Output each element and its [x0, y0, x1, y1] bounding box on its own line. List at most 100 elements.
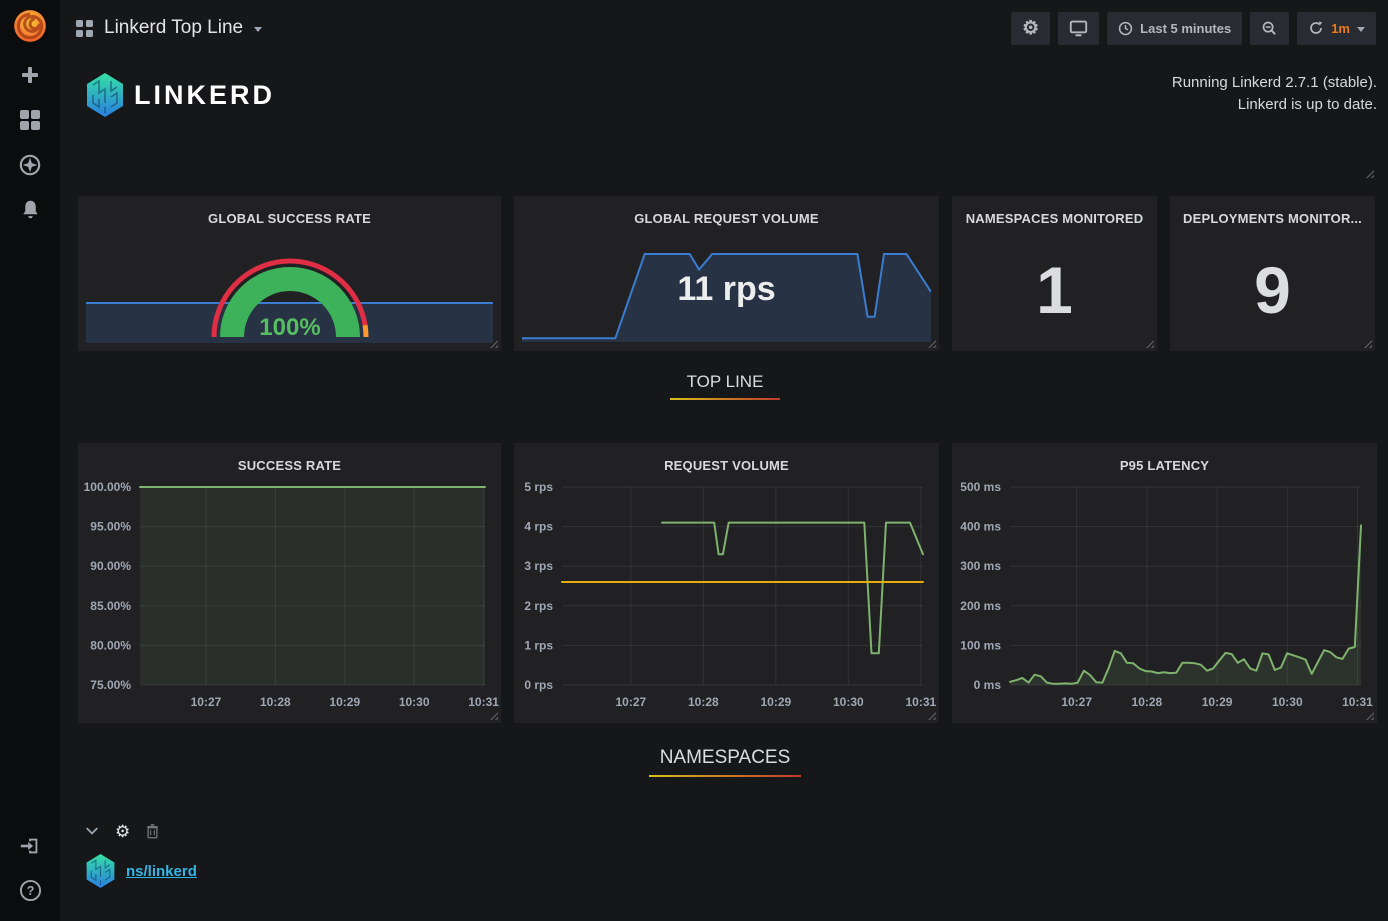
panel-success-rate: SUCCESS RATE 75.00%80.00%85.00%90.00%95.…: [78, 443, 501, 723]
top-navbar: Linkerd Top Line ⚙: [60, 0, 1388, 56]
svg-text:95.00%: 95.00%: [90, 520, 131, 534]
sidebar-bottom: ?: [0, 779, 60, 913]
linkerd-namespace-icon: [85, 854, 116, 888]
stat-value: 9: [1170, 252, 1375, 328]
collapse-row-button[interactable]: [85, 826, 99, 836]
row-header-top-line: TOP LINE: [60, 372, 1388, 400]
panel-request-volume: REQUEST VOLUME 0 rps1 rps2 rps3 rps4 rps…: [514, 443, 939, 723]
namespace-link[interactable]: ns/linkerd: [126, 863, 197, 880]
linkerd-logo-icon: [85, 73, 125, 117]
sidebar-item-help[interactable]: ?: [0, 868, 60, 913]
row-underline: [649, 775, 801, 777]
refresh-interval-label: 1m: [1331, 21, 1350, 36]
explore-compass-icon: [19, 154, 41, 176]
dashboard-body: LINKERD Running Linkerd 2.7.1 (stable). …: [60, 56, 1388, 921]
app-root: ? Linkerd Top Line ⚙: [0, 0, 1388, 921]
panel-namespaces-monitored: NAMESPACES MONITORED 1: [952, 196, 1157, 351]
refresh-icon: [1308, 20, 1324, 36]
panel-title[interactable]: SUCCESS RATE: [78, 443, 501, 473]
sidebar-item-explore[interactable]: [0, 142, 60, 187]
panel-resize-handle[interactable]: [1146, 340, 1154, 348]
dashboards-icon: [19, 109, 41, 131]
sidebar-item-alerting[interactable]: [0, 187, 60, 232]
sidebar-item-sign-in[interactable]: [0, 823, 60, 868]
help-icon: ?: [19, 879, 42, 902]
panel-resize-handle[interactable]: [1366, 170, 1374, 178]
p95-latency-chart[interactable]: 0 ms100 ms200 ms300 ms400 ms500 ms10:271…: [952, 473, 1377, 723]
svg-text:5 rps: 5 rps: [524, 480, 553, 494]
grafana-logo[interactable]: [0, 0, 60, 52]
panel-resize-handle[interactable]: [490, 340, 498, 348]
chevron-down-icon: [85, 826, 99, 836]
svg-text:1 rps: 1 rps: [524, 638, 553, 652]
refresh-button[interactable]: 1m: [1297, 12, 1376, 45]
svg-text:10:27: 10:27: [616, 695, 647, 709]
panel-resize-handle[interactable]: [1364, 340, 1372, 348]
gear-icon: ⚙: [115, 823, 130, 840]
panel-p95-latency: P95 LATENCY 0 ms100 ms200 ms300 ms400 ms…: [952, 443, 1377, 723]
row-settings-button[interactable]: ⚙: [115, 823, 130, 840]
stat-value: 11 rps: [514, 270, 939, 309]
panel-title[interactable]: GLOBAL REQUEST VOLUME: [514, 196, 939, 226]
caret-down-icon: [254, 27, 262, 32]
tv-mode-button[interactable]: [1058, 12, 1099, 45]
panel-title[interactable]: REQUEST VOLUME: [514, 443, 939, 473]
svg-text:400 ms: 400 ms: [960, 520, 1001, 534]
svg-text:2 rps: 2 rps: [524, 599, 553, 613]
svg-text:10:30: 10:30: [1272, 695, 1303, 709]
panel-global-request-volume: GLOBAL REQUEST VOLUME 11 rps: [514, 196, 939, 351]
success-rate-chart[interactable]: 75.00%80.00%85.00%90.00%95.00%100.00%10:…: [78, 473, 501, 723]
zoom-out-button[interactable]: [1250, 12, 1289, 45]
panel-title[interactable]: GLOBAL SUCCESS RATE: [78, 196, 501, 226]
left-sidebar: ?: [0, 0, 60, 921]
panel-global-success-rate: GLOBAL SUCCESS RATE 100%: [78, 196, 501, 351]
sidebar-item-create[interactable]: [0, 52, 60, 97]
zoom-out-icon: [1261, 20, 1278, 37]
stat-value: 1: [952, 252, 1157, 328]
row-title-namespaces[interactable]: NAMESPACES: [660, 747, 791, 769]
dashboard-title-button[interactable]: Linkerd Top Line: [76, 17, 262, 39]
panel-deployments-monitored: DEPLOYMENTS MONITOR... 9: [1170, 196, 1375, 351]
svg-text:10:31: 10:31: [1342, 695, 1373, 709]
svg-text:4 rps: 4 rps: [524, 520, 553, 534]
row-delete-button[interactable]: [146, 824, 159, 839]
main-column: Linkerd Top Line ⚙: [60, 0, 1388, 921]
row-title-top-line[interactable]: TOP LINE: [687, 372, 764, 392]
success-rate-gauge: 100%: [210, 249, 370, 345]
svg-text:10:30: 10:30: [833, 695, 864, 709]
svg-text:10:31: 10:31: [905, 695, 936, 709]
sidebar-item-dashboards[interactable]: [0, 97, 60, 142]
svg-text:100%: 100%: [259, 314, 320, 341]
svg-text:90.00%: 90.00%: [90, 559, 131, 573]
svg-text:100 ms: 100 ms: [960, 638, 1001, 652]
status-line-2: Linkerd is up to date.: [1172, 94, 1377, 116]
svg-text:0 rps: 0 rps: [524, 678, 553, 692]
row-controls: ⚙: [85, 821, 1388, 841]
svg-text:10:31: 10:31: [468, 695, 499, 709]
request-volume-chart[interactable]: 0 rps1 rps2 rps3 rps4 rps5 rps10:2710:28…: [514, 473, 939, 723]
panel-title[interactable]: DEPLOYMENTS MONITOR...: [1170, 196, 1375, 226]
clock-icon: [1118, 21, 1133, 36]
row-underline: [670, 398, 780, 400]
panel-title[interactable]: P95 LATENCY: [952, 443, 1377, 473]
svg-text:10:27: 10:27: [191, 695, 222, 709]
panel-title[interactable]: NAMESPACES MONITORED: [952, 196, 1157, 226]
navbar-toolbar: ⚙ Last 5 minutes: [1011, 12, 1376, 45]
status-line-1: Running Linkerd 2.7.1 (stable).: [1172, 72, 1377, 94]
trash-icon: [146, 824, 159, 839]
svg-text:80.00%: 80.00%: [90, 638, 131, 652]
linkerd-brand: LINKERD: [85, 73, 275, 117]
svg-text:10:28: 10:28: [1132, 695, 1163, 709]
refresh-caret-icon: [1357, 27, 1365, 32]
tv-icon: [1069, 20, 1088, 37]
svg-text:10:27: 10:27: [1061, 695, 1092, 709]
svg-text:200 ms: 200 ms: [960, 599, 1001, 613]
linkerd-status-text: Running Linkerd 2.7.1 (stable). Linkerd …: [1172, 72, 1377, 116]
svg-text:10:29: 10:29: [329, 695, 360, 709]
time-range-button[interactable]: Last 5 minutes: [1107, 12, 1242, 45]
panel-resize-handle[interactable]: [928, 340, 936, 348]
dashboard-settings-button[interactable]: ⚙: [1011, 12, 1050, 45]
linkerd-brand-text: LINKERD: [134, 80, 275, 111]
linkerd-header-panel: LINKERD Running Linkerd 2.7.1 (stable). …: [78, 56, 1377, 181]
svg-text:0 ms: 0 ms: [974, 678, 1002, 692]
